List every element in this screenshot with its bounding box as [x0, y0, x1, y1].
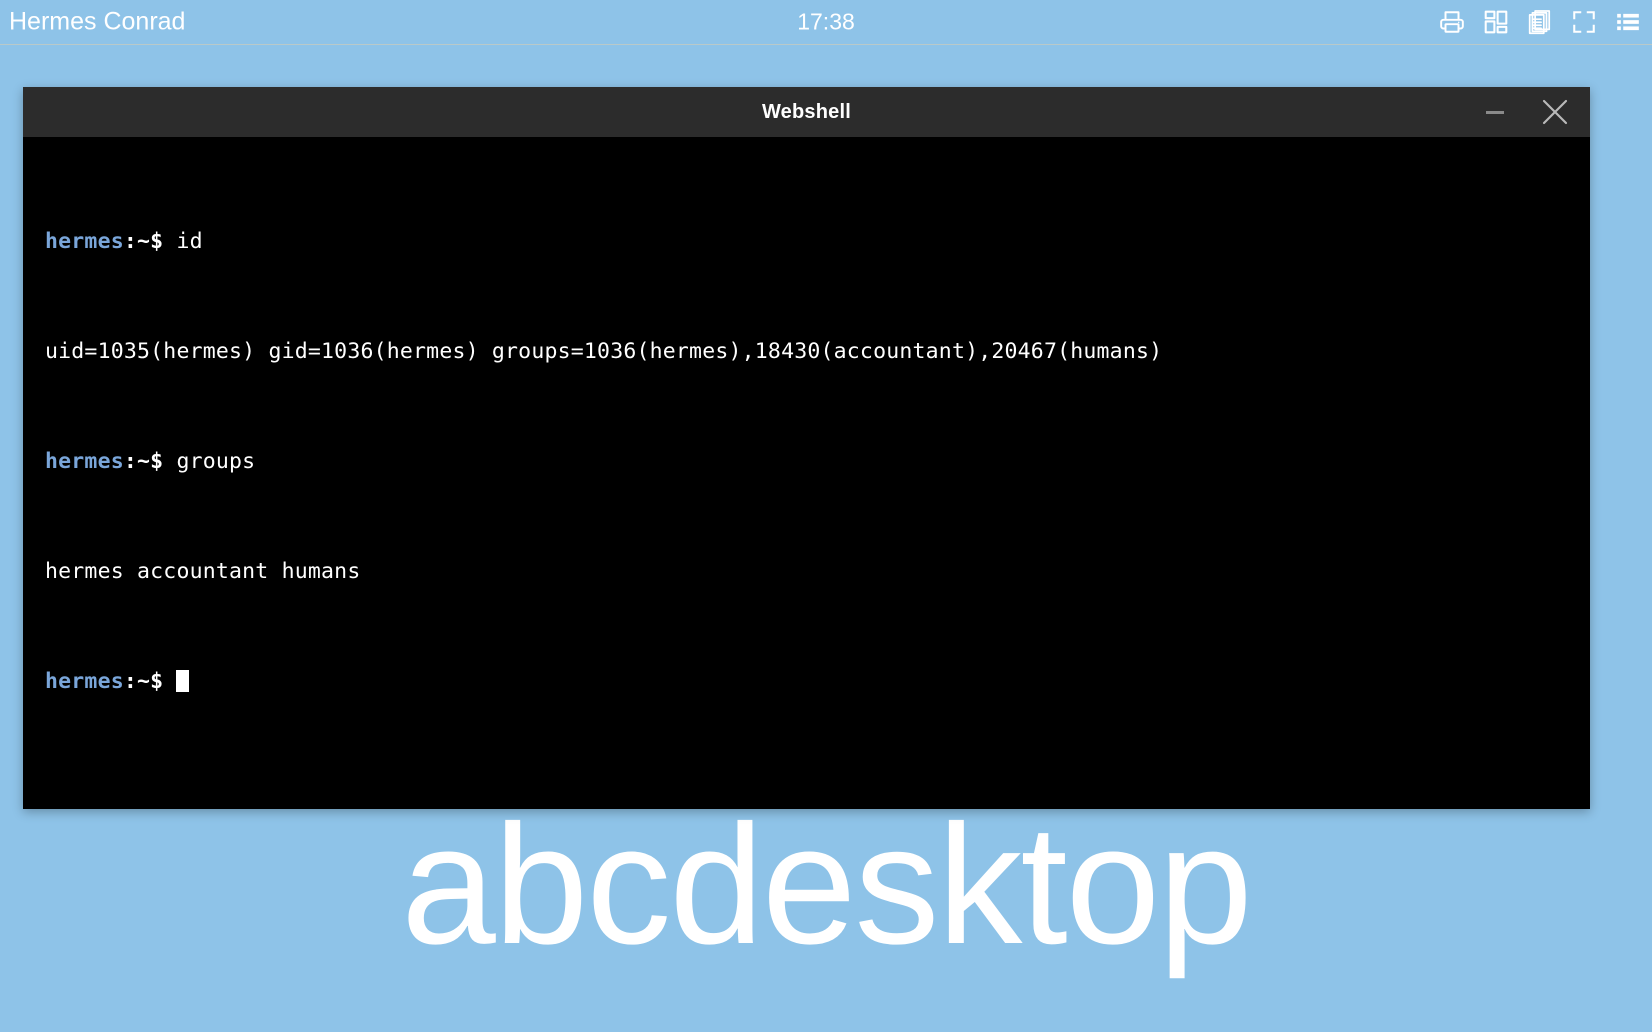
terminal-line-active: hermes:~$: [45, 668, 1590, 696]
window-title: Webshell: [761, 100, 852, 123]
prompt-sigil: :~$: [123, 668, 164, 694]
window-titlebar[interactable]: Webshell: [23, 87, 1590, 137]
prompt-command: [163, 669, 176, 694]
terminal-line: hermes:~$ id: [45, 228, 1590, 256]
webshell-window[interactable]: Webshell hermes:~$ id uid=1035(hermes) g…: [23, 87, 1590, 809]
terminal-cursor: [176, 669, 190, 692]
abcdesktop-wordmark: abcdesktop: [401, 790, 1253, 980]
prompt-command: groups: [163, 448, 256, 474]
prompt-sigil: :~$: [123, 228, 164, 254]
terminal-line: hermes accountant humans: [45, 558, 361, 584]
terminal-line: hermes:~$ groups: [45, 448, 1590, 476]
top-system-bar: Hermes Conrad 17:38: [0, 0, 1652, 45]
window-controls: [1474, 87, 1576, 137]
current-user-name: Hermes Conrad: [9, 7, 186, 36]
list-menu-icon[interactable]: [1614, 8, 1642, 36]
terminal-output[interactable]: hermes:~$ id uid=1035(hermes) gid=1036(h…: [23, 137, 1590, 809]
printer-icon[interactable]: [1438, 8, 1466, 36]
prompt-sigil: :~$: [123, 448, 164, 474]
minimize-button[interactable]: [1474, 91, 1516, 133]
fullscreen-icon[interactable]: [1570, 8, 1598, 36]
app-grid-icon[interactable]: [1482, 8, 1510, 36]
system-tray: [1438, 8, 1642, 36]
prompt-user: hermes: [45, 668, 124, 694]
documents-icon[interactable]: [1526, 8, 1554, 36]
prompt-command: id: [163, 228, 203, 254]
system-clock: 17:38: [797, 8, 855, 35]
terminal-line: uid=1035(hermes) gid=1036(hermes) groups…: [45, 338, 1163, 364]
close-button[interactable]: [1534, 91, 1576, 133]
prompt-user: hermes: [45, 228, 124, 254]
prompt-user: hermes: [45, 448, 124, 474]
